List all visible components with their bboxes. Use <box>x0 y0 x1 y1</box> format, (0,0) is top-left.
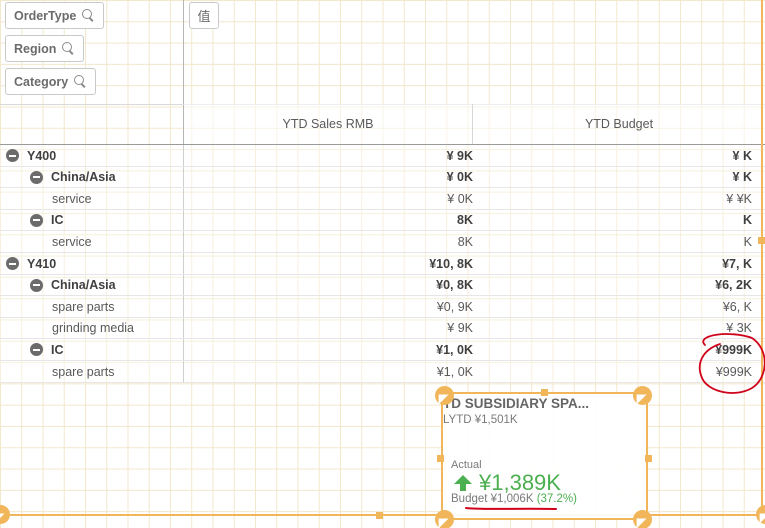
collapse-icon[interactable] <box>30 343 43 357</box>
resize-handle-icon[interactable] <box>633 386 652 405</box>
table-row[interactable]: Y410 ¥10, 8K ¥7, K <box>0 253 765 275</box>
table-row[interactable]: China/Asia ¥ 0K ¥ K <box>0 166 765 189</box>
cell-sales: ¥10, 8K <box>429 256 473 271</box>
table-row[interactable]: spare parts ¥0, 9K ¥6, K <box>0 296 765 318</box>
cell-budget: ¥6, K <box>722 299 752 314</box>
search-icon[interactable] <box>82 9 95 22</box>
arrow-up-icon <box>454 475 472 491</box>
row-label: Y410 <box>27 256 57 271</box>
kpi-title: TD SUBSIDIARY SPA... <box>443 396 590 411</box>
row-label: service <box>52 234 92 249</box>
collapse-icon[interactable] <box>30 170 43 184</box>
collapse-icon[interactable] <box>6 149 19 162</box>
resize-handle-top[interactable] <box>541 389 548 396</box>
resize-handle-right[interactable] <box>758 237 765 244</box>
collapse-icon[interactable] <box>30 213 43 227</box>
table-row[interactable]: IC ¥1, 0K ¥999K <box>0 339 765 361</box>
dimension-chip-label: OrderType <box>14 8 77 23</box>
cell-sales: ¥ 0K <box>446 170 473 185</box>
dimension-chip-ordertype[interactable]: OrderType <box>5 2 105 29</box>
row-label: Y400 <box>27 148 57 163</box>
cell-sales: ¥ 0K <box>447 191 473 206</box>
dimension-chip-label: Region <box>14 41 57 56</box>
cell-sales: ¥ 9K <box>447 321 473 336</box>
row-label: spare parts <box>52 364 115 379</box>
resize-handle-bottom[interactable] <box>376 512 383 519</box>
cell-budget: ¥999K <box>715 364 752 379</box>
resize-handle-icon[interactable] <box>633 510 652 528</box>
cell-budget: K <box>743 234 752 249</box>
resize-handle-left[interactable] <box>437 455 444 462</box>
row-label: IC <box>51 213 64 228</box>
row-label: service <box>52 191 92 206</box>
cell-budget: ¥6, 2K <box>715 278 752 293</box>
kpi-budget-text: Budget ¥1,006K <box>451 493 534 505</box>
kpi-actual-label: Actual <box>451 459 482 471</box>
kpi-subtitle: LYTD ¥1,501K <box>443 414 518 426</box>
cell-sales: ¥1, 0K <box>436 364 473 379</box>
values-chip[interactable]: 值 <box>189 2 219 29</box>
resize-handle-icon[interactable] <box>756 505 765 524</box>
table-row[interactable]: Y400 ¥ 9K ¥ K <box>0 145 765 167</box>
dimension-chip-category[interactable]: Category <box>5 68 97 95</box>
cell-budget: ¥ K <box>732 148 752 163</box>
kpi-object[interactable]: TD SUBSIDIARY SPA... LYTD ¥1,501K Actual… <box>441 392 648 520</box>
row-label: China/Asia <box>51 278 116 293</box>
table-row[interactable]: service 8K K <box>0 231 765 253</box>
table-row[interactable]: grinding media ¥ 9K ¥ 3K <box>0 317 765 340</box>
cell-budget: ¥999K <box>715 342 752 357</box>
pivot-table: OrderType Region Category 值 YTD Sales RM… <box>0 0 765 383</box>
cell-sales: ¥1, 0K <box>436 342 473 357</box>
cell-sales: 8K <box>457 234 473 249</box>
kpi-budget-pct: (37.2%) <box>536 493 577 505</box>
column-header-sales[interactable]: YTD Sales RMB <box>184 104 472 144</box>
cell-sales: 8K <box>457 213 473 228</box>
row-label: grinding media <box>52 321 134 336</box>
collapse-icon[interactable] <box>6 257 19 270</box>
collapse-icon[interactable] <box>30 278 43 292</box>
cell-budget: ¥ K <box>732 170 752 185</box>
dimension-chip-region[interactable]: Region <box>5 35 85 62</box>
resize-handle-icon[interactable] <box>435 386 454 405</box>
search-icon[interactable] <box>62 42 75 55</box>
row-label: spare parts <box>52 299 115 314</box>
table-row[interactable]: IC 8K K <box>0 209 765 232</box>
kpi-budget: Budget ¥1,006K (37.2%) <box>451 493 577 505</box>
column-header-budget[interactable]: YTD Budget <box>473 104 765 144</box>
dimension-chip-label: Category <box>14 74 69 89</box>
resize-handle-icon[interactable] <box>435 510 454 528</box>
cell-sales: ¥0, 8K <box>436 278 473 293</box>
resize-handle-right[interactable] <box>645 455 652 462</box>
cell-sales: ¥ 9K <box>446 148 473 163</box>
selection-frame-right <box>761 0 763 515</box>
table-row[interactable]: service ¥ 0K ¥ ¥K <box>0 188 765 210</box>
cell-budget: K <box>742 213 752 228</box>
table-row[interactable]: China/Asia ¥0, 8K ¥6, 2K <box>0 274 765 297</box>
cell-budget: ¥ 3K <box>726 321 752 336</box>
cell-sales: ¥0, 9K <box>436 299 473 314</box>
row-label: China/Asia <box>51 170 116 185</box>
table-row[interactable]: spare parts ¥1, 0K ¥999K <box>0 361 765 383</box>
cell-budget: ¥7, K <box>722 256 752 271</box>
row-label: IC <box>51 342 64 357</box>
search-icon[interactable] <box>74 75 87 88</box>
cell-budget: ¥ ¥K <box>726 191 752 206</box>
